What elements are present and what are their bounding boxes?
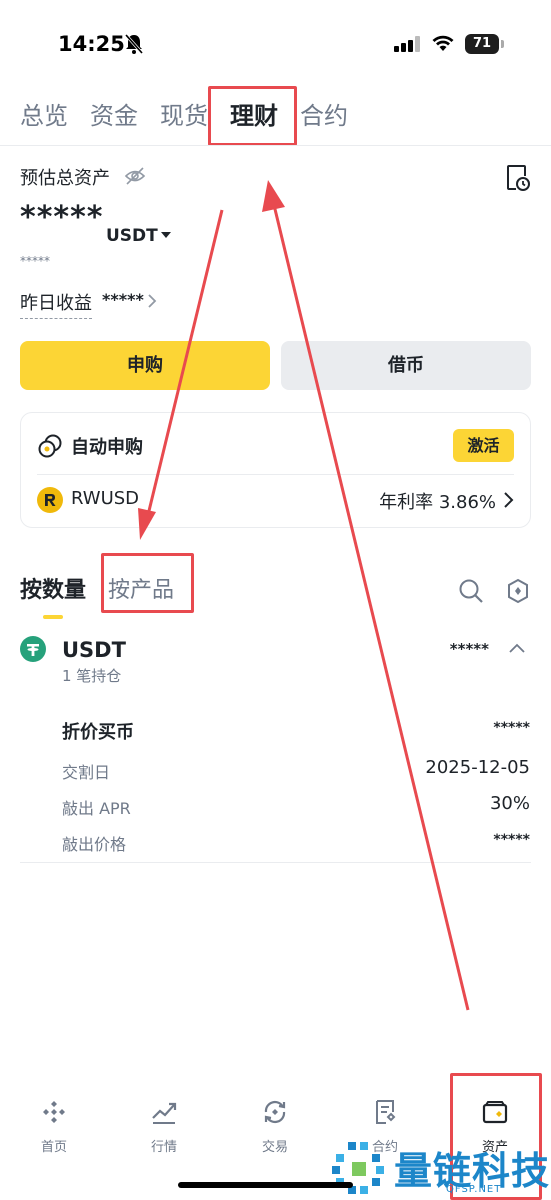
nav-home-label: 首页 [40,1140,67,1155]
watermark-subtext: QFSP.NET [446,1184,502,1195]
battery-indicator: 71 [465,34,505,54]
nav-trade[interactable]: 交易 [235,1098,315,1155]
tab-overview[interactable]: 总览 [20,96,68,131]
knockout-price-value: ***** [493,832,530,848]
rwusd-name: RWUSD [71,488,140,509]
annotation-box-by-product [101,553,194,613]
position-value: ***** [449,640,489,658]
tether-usdt-icon [20,636,46,662]
position-coin-name[interactable]: USDT [62,638,126,662]
nav-home[interactable]: 首页 [14,1098,94,1155]
estimated-assets-label: 预估总资产 [20,168,110,189]
caret-down-icon[interactable] [160,231,172,239]
bell-muted-icon [124,34,144,54]
active-tab-indicator [43,615,63,619]
history-record-icon[interactable] [505,164,531,192]
document-icon [376,1100,396,1124]
search-icon[interactable] [458,578,484,604]
home-indicator [178,1182,353,1188]
nav-trade-label: 交易 [261,1140,288,1155]
nav-markets[interactable]: 行情 [124,1098,204,1155]
product-value: ***** [493,720,530,736]
knockout-apr-value: 30% [489,793,530,814]
auto-subscribe-card[interactable]: 自动申购 激活 RWUSD 年利率 3.86% [20,412,531,528]
card-divider [37,474,514,475]
home-diamond-icon [43,1101,65,1123]
delivery-date-label: 交割日 [62,763,111,782]
tab-divider [0,145,551,146]
exchange-icon [264,1100,286,1124]
borrow-button[interactable]: 借币 [281,341,531,390]
knockout-price-label: 敲出价格 [62,835,127,854]
tab-futures[interactable]: 合约 [300,96,348,131]
activate-button[interactable]: 激活 [453,429,514,462]
rwusd-coin-icon [37,487,63,513]
cellular-signal-icon [394,36,420,52]
status-bar: 14:25 71 [0,0,551,70]
position-count: 1 笔持仓 [62,667,122,685]
battery-level: 71 [465,34,499,54]
asset-unit-selector[interactable]: USDT [106,226,158,246]
annotation-box-earn-tab [208,86,297,146]
yesterday-earnings-label[interactable]: 昨日收益 [20,289,92,319]
chevron-right-icon[interactable] [503,491,514,509]
watermark: 量链科技 QFSP.NET [330,1138,550,1198]
subscribe-button[interactable]: 申购 [20,341,270,390]
position-divider [20,862,531,863]
chart-trend-icon [152,1102,177,1124]
battery-tip [501,40,504,48]
tab-funding[interactable]: 资金 [90,96,138,131]
chevron-right-icon[interactable] [147,293,157,309]
tab-by-quantity[interactable]: 按数量 [20,572,86,604]
chevron-up-icon[interactable] [508,643,526,654]
nav-markets-label: 行情 [150,1140,177,1155]
auto-subscribe-title: 自动申购 [71,437,143,458]
total-assets-value: ***** [20,200,104,235]
auto-subscribe-icon [38,434,62,458]
wifi-icon [432,35,454,51]
rwusd-apr: 年利率 3.86% [379,492,496,513]
tab-spot[interactable]: 现货 [160,96,208,131]
hexagon-settings-icon[interactable] [506,578,530,604]
eye-off-icon[interactable] [124,166,146,186]
assets-fiat-value: ***** [20,254,50,268]
yesterday-earnings-value: ***** [102,290,144,309]
delivery-date-value: 2025-12-05 [425,757,530,778]
knockout-apr-label: 敲出 APR [62,799,131,818]
status-time: 14:25 [58,32,125,56]
product-title[interactable]: 折价买币 [62,718,134,744]
